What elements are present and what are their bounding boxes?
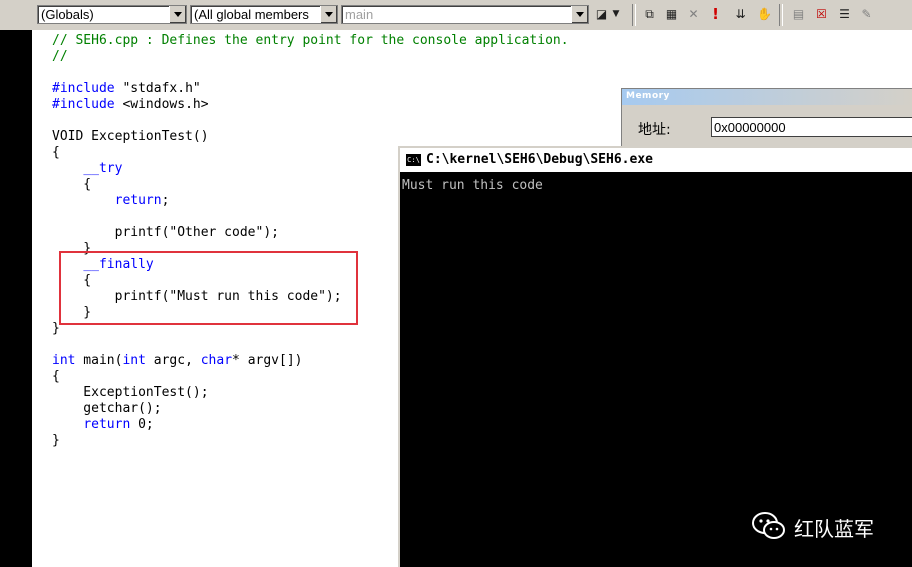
code-line: {: [52, 145, 60, 160]
code-line: VOID ExceptionTest(): [52, 129, 209, 144]
code-line: return;: [114, 193, 170, 208]
function-combo[interactable]: main: [341, 5, 589, 24]
console-title: C:\kernel\SEH6\Debug\SEH6.exe: [426, 152, 653, 167]
address-value: 0x00000000: [714, 120, 786, 135]
console-window[interactable]: C:\ C:\kernel\SEH6\Debug\SEH6.exe Must r…: [398, 146, 912, 567]
console-icon: C:\: [406, 154, 421, 166]
console-title-bar[interactable]: C:\ C:\kernel\SEH6\Debug\SEH6.exe: [400, 148, 912, 172]
toolbar-separator: [779, 4, 783, 26]
go-icon[interactable]: ⇊: [732, 6, 749, 23]
editor-margin: [0, 30, 32, 567]
code-line: {: [52, 177, 92, 192]
memory-title-bar[interactable]: Memory: [622, 89, 912, 105]
compile-icon[interactable]: ⧉: [641, 6, 658, 23]
wizard-bar-dropdown-icon[interactable]: ▼: [611, 6, 621, 23]
wizard-bar-actions-icon[interactable]: ◪: [593, 6, 610, 23]
scope-combo-value: (Globals): [41, 7, 94, 22]
wechat-icon: [752, 512, 785, 539]
address-input[interactable]: 0x00000000: [711, 117, 912, 137]
toolbar-separator: [632, 4, 636, 26]
code-line: int main(int argc, char* argv[]): [52, 353, 303, 368]
build-icon[interactable]: ▦: [663, 6, 680, 23]
remove-bookmark-icon[interactable]: ☒: [813, 6, 830, 23]
list-members-icon[interactable]: ☰: [836, 6, 853, 23]
breakpoint-hand-icon[interactable]: ✋: [756, 6, 773, 23]
toolbar: (Globals) (All global members main ◪ ▼ ⧉…: [0, 0, 912, 31]
code-line: // SEH6.cpp : Defines the entry point fo…: [52, 33, 569, 48]
memory-title: Memory: [626, 91, 670, 101]
code-line: getchar();: [52, 401, 162, 416]
code-line: ExceptionTest();: [52, 385, 209, 400]
members-combo-value: (All global members: [194, 7, 309, 22]
console-output: Must run this code: [402, 178, 543, 193]
address-label: 地址:: [638, 122, 671, 138]
chevron-down-icon[interactable]: [571, 6, 588, 23]
code-line: //: [52, 49, 68, 64]
code-line: return 0;: [83, 417, 154, 432]
chevron-down-icon[interactable]: [320, 6, 337, 23]
function-combo-value: main: [345, 7, 374, 22]
scope-combo[interactable]: (Globals): [37, 5, 187, 24]
chevron-down-icon[interactable]: [169, 6, 186, 23]
execute-icon[interactable]: !: [707, 6, 724, 23]
highlight-box-finally: [59, 251, 358, 325]
code-line: {: [52, 369, 60, 384]
code-line: __try: [83, 161, 123, 176]
stop-build-icon[interactable]: ✕: [685, 6, 702, 23]
watermark-text: 红队蓝军: [794, 517, 874, 541]
code-line: printf("Other code");: [52, 225, 279, 240]
members-combo[interactable]: (All global members: [190, 5, 338, 24]
edit-icon[interactable]: ✎: [858, 6, 875, 23]
code-line: }: [52, 433, 60, 448]
code-line: #include <windows.h>: [52, 97, 209, 112]
memory-window[interactable]: Memory 地址: 0x00000000: [621, 88, 912, 150]
bookmark-icon[interactable]: ▤: [790, 6, 807, 23]
code-line: #include "stdafx.h": [52, 81, 201, 96]
